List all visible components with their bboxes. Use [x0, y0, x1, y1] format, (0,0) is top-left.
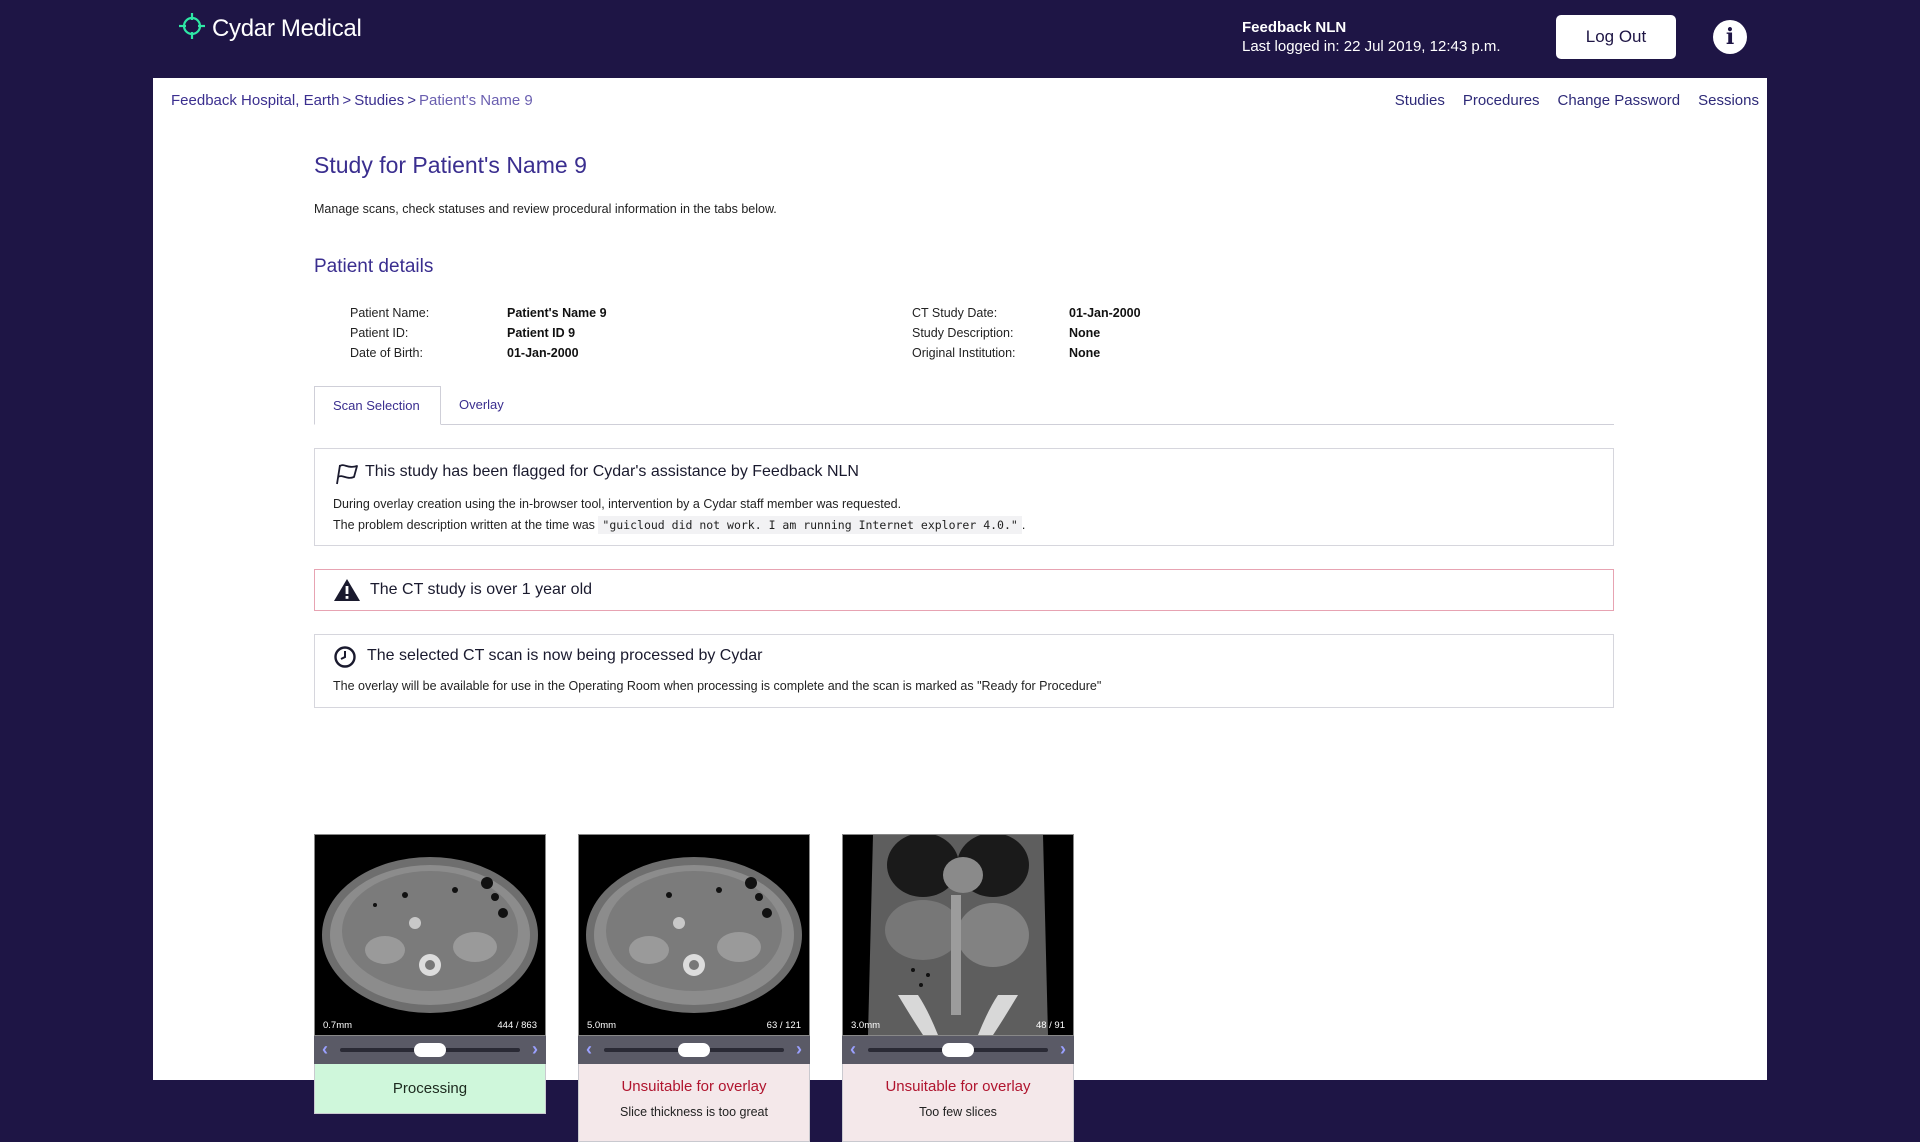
scan-status: Unsuitable for overlay Too few slices [842, 1064, 1074, 1142]
scan-card[interactable]: 5.0mm 63 / 121 ‹ › Unsuitable for overla… [578, 834, 810, 1142]
flag-alert-title: This study has been flagged for Cydar's … [365, 463, 859, 480]
detail-value: Patient's Name 9 [507, 306, 607, 320]
coronal-ct-image [843, 835, 1073, 1035]
age-warning-alert: The CT study is over 1 year old [314, 569, 1614, 611]
detail-value: 01-Jan-2000 [1069, 306, 1141, 320]
detail-label: Original Institution: [912, 346, 1016, 360]
detail-label: Patient Name: [350, 306, 430, 320]
slice-slider[interactable]: ‹ › [578, 1036, 810, 1064]
scan-status-title: Unsuitable for overlay [621, 1078, 767, 1095]
clock-icon [334, 646, 356, 668]
tab-overlay[interactable]: Overlay [441, 386, 522, 424]
breadcrumb-studies[interactable]: Studies [354, 92, 404, 109]
breadcrumb-separator: > [342, 92, 352, 109]
info-icon[interactable]: i [1713, 20, 1747, 54]
brand-name: Cydar Medical [212, 15, 362, 42]
logout-button[interactable]: Log Out [1556, 15, 1676, 59]
scan-preview[interactable]: 3.0mm 48 / 91 [842, 834, 1074, 1036]
nav-procedures[interactable]: Procedures [1463, 92, 1540, 109]
flag-icon [336, 464, 358, 485]
processing-alert-line: The overlay will be available for use in… [333, 679, 1102, 693]
slider-thumb[interactable] [678, 1043, 710, 1057]
slice-slider[interactable]: ‹ › [314, 1036, 546, 1064]
processing-alert: The selected CT scan is now being proces… [314, 634, 1614, 708]
flag-alert-prefix: The problem description written at the t… [333, 518, 595, 532]
slice-count: 444 / 863 [497, 1020, 537, 1031]
processing-alert-title: The selected CT scan is now being proces… [367, 647, 763, 664]
detail-label: Study Description: [912, 326, 1014, 340]
slider-thumb[interactable] [414, 1043, 446, 1057]
nav-sessions[interactable]: Sessions [1698, 92, 1759, 109]
axial-ct-image [322, 857, 538, 1013]
scan-status-reason: Too few slices [919, 1105, 997, 1119]
chevron-left-icon[interactable]: ‹ [850, 1039, 856, 1060]
chevron-right-icon[interactable]: › [532, 1039, 538, 1060]
chevron-right-icon[interactable]: › [796, 1039, 802, 1060]
scan-status: Unsuitable for overlay Slice thickness i… [578, 1064, 810, 1142]
slice-count: 63 / 121 [766, 1020, 801, 1031]
main-panel: Feedback Hospital, Earth > Studies > Patient… [153, 78, 1767, 1142]
slider-thumb[interactable] [942, 1043, 974, 1057]
user-info: Feedback NLN Last logged in: 22 Jul 2019… [1242, 18, 1501, 56]
patient-details-title: Patient details [314, 256, 434, 277]
detail-value: 01-Jan-2000 [507, 346, 579, 360]
user-name: Feedback NLN [1242, 19, 1347, 36]
detail-value: None [1069, 346, 1101, 360]
breadcrumb-hospital[interactable]: Feedback Hospital, Earth [171, 92, 339, 109]
breadcrumb: Feedback Hospital, Earth > Studies > Patient… [171, 92, 533, 109]
detail-label: Date of Birth: [350, 346, 423, 360]
scan-status-title: Unsuitable for overlay [885, 1078, 1031, 1095]
crosshair-logo-icon [179, 13, 205, 39]
brand-logo[interactable]: Cydar Medical [178, 12, 362, 44]
tab-bar: Scan Selection Overlay [314, 386, 1614, 425]
axial-ct-image [586, 857, 802, 1013]
flag-alert: This study has been flagged for Cydar's … [314, 448, 1614, 546]
detail-value: Patient ID 9 [507, 326, 576, 340]
last-logged-in: Last logged in: 22 Jul 2019, 12:43 p.m. [1242, 38, 1501, 55]
scan-card[interactable]: 0.7mm 444 / 863 ‹ › Processing [314, 834, 546, 1114]
warning-triangle-icon [334, 579, 360, 601]
slice-thickness: 0.7mm [323, 1020, 353, 1031]
top-nav: Studies Procedures Change Password Sessi… [1395, 92, 1759, 109]
detail-value: None [1069, 326, 1101, 340]
flag-alert-problem: The problem description written at the t… [333, 516, 1026, 534]
breadcrumb-current: Patient's Name 9 [419, 92, 533, 109]
page-title: Study for Patient's Name 9 [314, 152, 587, 178]
age-warning-title: The CT study is over 1 year old [370, 581, 593, 598]
detail-label: CT Study Date: [912, 306, 998, 320]
flag-alert-suffix: . [1021, 518, 1026, 532]
top-bar: Cydar Medical Feedback NLN Last logged i… [0, 0, 1920, 78]
slice-thickness: 5.0mm [587, 1020, 617, 1031]
page-subtitle: Manage scans, check statuses and review … [314, 202, 777, 216]
scan-preview[interactable]: 5.0mm 63 / 121 [578, 834, 810, 1036]
nav-change-password[interactable]: Change Password [1558, 92, 1681, 109]
flag-alert-line: During overlay creation using the in-bro… [333, 497, 902, 511]
chevron-left-icon[interactable]: ‹ [586, 1039, 592, 1060]
slice-thickness: 3.0mm [851, 1020, 881, 1031]
detail-label: Patient ID: [350, 326, 409, 340]
scan-status: Processing [314, 1064, 546, 1114]
breadcrumb-separator: > [407, 92, 416, 109]
tab-scan-selection[interactable]: Scan Selection [314, 386, 441, 425]
chevron-left-icon[interactable]: ‹ [322, 1039, 328, 1060]
scan-preview[interactable]: 0.7mm 444 / 863 [314, 834, 546, 1036]
slice-slider[interactable]: ‹ › [842, 1036, 1074, 1064]
nav-studies[interactable]: Studies [1395, 92, 1445, 109]
problem-description-code: "guicloud did not work. I am running Int… [598, 516, 1022, 534]
slice-count: 48 / 91 [1035, 1020, 1065, 1031]
scan-status-reason: Slice thickness is too great [620, 1105, 768, 1119]
scan-card[interactable]: 3.0mm 48 / 91 ‹ › Unsuitable for overlay… [842, 834, 1074, 1142]
chevron-right-icon[interactable]: › [1060, 1039, 1066, 1060]
